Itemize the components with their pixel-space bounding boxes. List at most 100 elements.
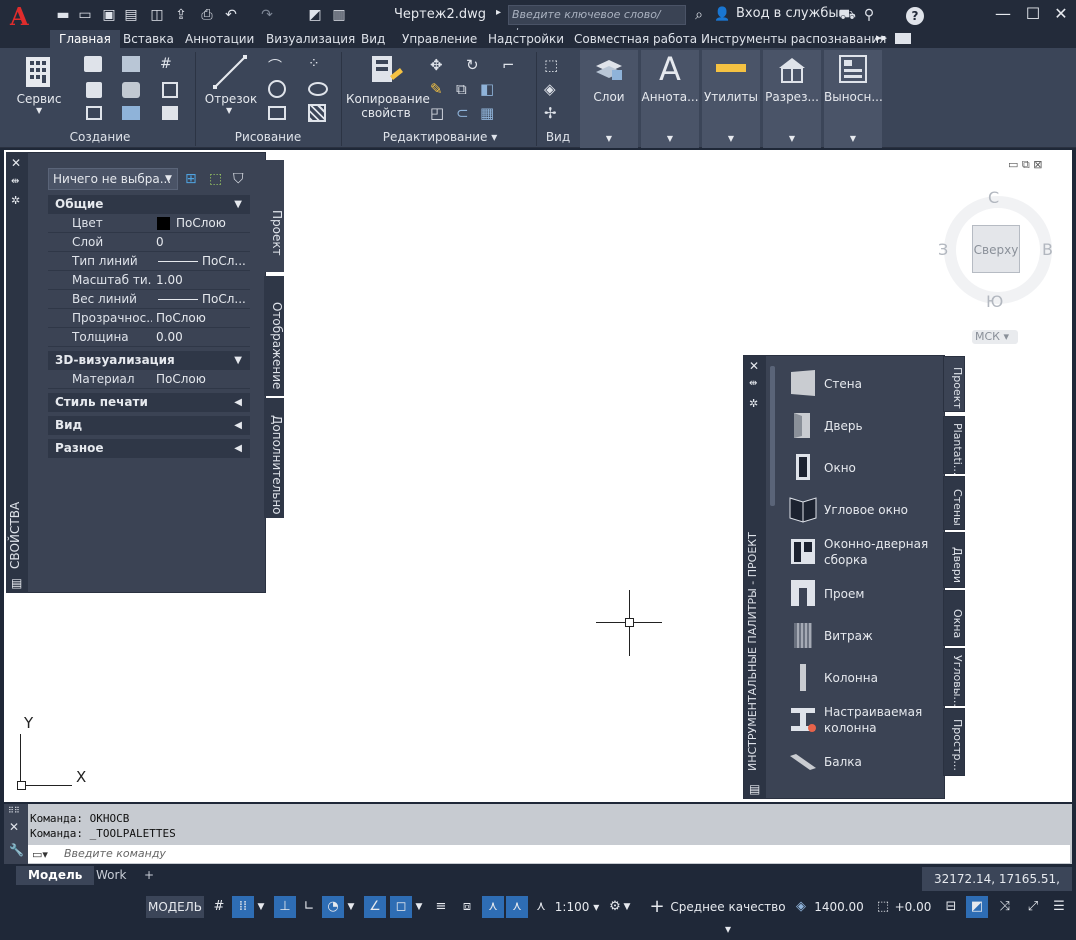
tool-door-window-assembly[interactable]: Оконно-дверная сборка	[788, 532, 938, 572]
viewport-minimize-icon[interactable]: ▭	[1008, 158, 1018, 171]
grip-icon[interactable]: ⠿⠿	[8, 806, 20, 815]
tab-model[interactable]: Модель	[16, 866, 95, 885]
cut-plane-value[interactable]: 1400.00	[814, 896, 864, 918]
palette-autohide-icon[interactable]: ⇹	[11, 176, 19, 187]
display-quality-button[interactable]: Среднее качество ▾	[670, 896, 786, 936]
app-logo-icon[interactable]: A	[10, 4, 40, 30]
circle-icon[interactable]	[268, 80, 286, 98]
rectangle-icon[interactable]	[268, 106, 286, 120]
mirror-icon[interactable]: ◧	[480, 80, 494, 98]
annotation-scale-button[interactable]: 1:100 ▾	[554, 896, 600, 918]
tab-layout-work[interactable]: Work	[84, 866, 138, 885]
service-button[interactable]: Сервис	[10, 92, 68, 106]
isolate-objects-icon[interactable]: ◩	[966, 896, 988, 918]
viewcube-top-face[interactable]: Сверху	[972, 225, 1020, 273]
match-properties-label-1[interactable]: Копирование	[346, 92, 430, 106]
palette-tab-windows[interactable]: Окна	[943, 590, 965, 646]
viewcube-south[interactable]: Ю	[986, 292, 1003, 311]
panel-draw-title[interactable]: Рисование	[228, 130, 308, 144]
property-row-ltscale[interactable]: Масштаб ти... 1.00	[48, 271, 250, 290]
elevation-icon[interactable]: ⬚	[872, 896, 894, 918]
offset-icon[interactable]: ⊂	[456, 104, 469, 122]
hatch-icon[interactable]	[308, 104, 326, 122]
open-file-icon[interactable]: ▭	[76, 5, 94, 25]
palette-close-icon[interactable]: ✕	[11, 156, 21, 170]
viewcube-west[interactable]: З	[938, 240, 948, 259]
export-icon[interactable]: ⇪	[172, 5, 190, 25]
palette-tab-walls[interactable]: Стены	[943, 476, 965, 530]
clean-screen-icon[interactable]: ⤢	[1022, 896, 1044, 918]
selection-dropdown[interactable]: Ничего не выбра... ▼	[48, 168, 178, 190]
tab-annotate[interactable]: Аннотации	[176, 30, 263, 48]
panel-create-title[interactable]: Создание	[60, 130, 140, 144]
chevron-down-icon[interactable]: ▼	[344, 896, 358, 918]
tool-corner-window[interactable]: Угловое окно	[788, 490, 938, 530]
array-icon[interactable]: ▦	[480, 104, 494, 122]
tab-home[interactable]: Главная	[50, 30, 120, 48]
section-group-button[interactable]: Разрез... ▼	[763, 50, 821, 148]
annotation-visibility-icon[interactable]: ⋏	[482, 896, 504, 918]
trim-icon[interactable]: ⌐	[502, 56, 515, 74]
panel-view-title[interactable]: Вид	[540, 130, 576, 144]
search-icon[interactable]: ⌕	[690, 5, 708, 25]
property-row-material[interactable]: Материал ПоСлою	[48, 370, 250, 389]
select-objects-icon[interactable]: ⬚	[209, 171, 222, 187]
tab-collaborate[interactable]: Совместная работа	[565, 30, 706, 48]
region-icon[interactable]	[162, 82, 178, 98]
tab-visualize[interactable]: Визуализация	[257, 30, 364, 48]
tool-wall[interactable]: Стена	[788, 364, 938, 404]
tool-custom-column[interactable]: Настраиваемая колонна	[788, 700, 938, 740]
tool-window[interactable]: Окно	[788, 448, 938, 488]
chevron-down-icon[interactable]: ▼	[412, 896, 426, 918]
object-snap-icon[interactable]: ◻	[390, 896, 412, 918]
plus-icon[interactable]: +	[646, 896, 668, 918]
snap-icon[interactable]: ⁞⁞	[232, 896, 254, 918]
command-customize-icon[interactable]: 🔧	[9, 843, 24, 857]
polar-tracking-icon[interactable]: ◔	[322, 896, 344, 918]
viewcube-icon[interactable]: ⬚	[544, 56, 558, 74]
tab-addins[interactable]: Надстройки	[479, 30, 573, 48]
annotation-scale-icon[interactable]: ⋏	[530, 896, 552, 918]
utilities-group-button[interactable]: Утилиты ▼	[702, 50, 760, 148]
hardware-acceleration-icon[interactable]: ⤨	[994, 896, 1016, 918]
property-row-thickness[interactable]: Толщина 0.00	[48, 328, 250, 347]
add-layout-button[interactable]: +	[136, 866, 162, 885]
tool-opening[interactable]: Проем	[788, 574, 938, 614]
box-icon[interactable]	[84, 56, 102, 72]
callout-group-button[interactable]: Выносн... ▼	[824, 50, 883, 148]
palette-settings-icon[interactable]: ✲	[749, 397, 758, 410]
save-icon[interactable]: ▣	[100, 5, 118, 25]
command-close-icon[interactable]: ✕	[9, 820, 19, 834]
line-icon[interactable]	[212, 54, 248, 90]
section-view[interactable]: Вид ◀	[48, 416, 250, 435]
new-file-icon[interactable]: ▬	[54, 5, 72, 25]
tool-column[interactable]: Колонна	[788, 658, 938, 698]
print-icon[interactable]: ⎙	[198, 5, 216, 25]
palette-tab-doors[interactable]: Двери	[943, 532, 965, 588]
help-icon[interactable]: ?	[906, 7, 924, 25]
section-misc[interactable]: Разное ◀	[48, 439, 250, 458]
props-tab-project[interactable]: Проект	[264, 160, 284, 272]
match-properties-icon[interactable]	[370, 54, 404, 88]
undo-icon[interactable]: ↶	[222, 5, 240, 25]
solid-icon[interactable]	[162, 106, 178, 120]
match-properties-label-2[interactable]: свойств	[346, 106, 426, 120]
property-row-transparency[interactable]: Прозрачнос... ПоСлою	[48, 309, 250, 328]
cylinder-icon[interactable]	[86, 82, 102, 98]
chevron-down-icon[interactable]: ▼	[226, 106, 232, 115]
extrude-icon[interactable]	[122, 56, 140, 72]
cart-icon[interactable]: ⛟	[838, 5, 856, 25]
palette-tab-project[interactable]: Проект	[943, 356, 965, 412]
visual-styles-icon[interactable]: ◈	[544, 80, 556, 98]
move-icon[interactable]: ✥	[430, 56, 443, 74]
command-prompt-icon[interactable]: ▭▾	[32, 848, 48, 861]
selection-cycling-icon[interactable]: ⧈	[456, 896, 478, 918]
palette-tab-corner-windows[interactable]: Угловы...	[943, 648, 965, 707]
lineweight-icon[interactable]: ≡	[430, 896, 452, 918]
props-tab-display[interactable]: Отображение	[264, 276, 284, 396]
erase-icon[interactable]: ✎	[430, 80, 443, 98]
line-button[interactable]: Отрезок	[200, 92, 262, 106]
polyline-icon[interactable]: ⌒	[268, 56, 288, 75]
elevation-value[interactable]: +0.00	[894, 896, 932, 918]
tool-palette-scrollbar[interactable]	[770, 366, 775, 506]
